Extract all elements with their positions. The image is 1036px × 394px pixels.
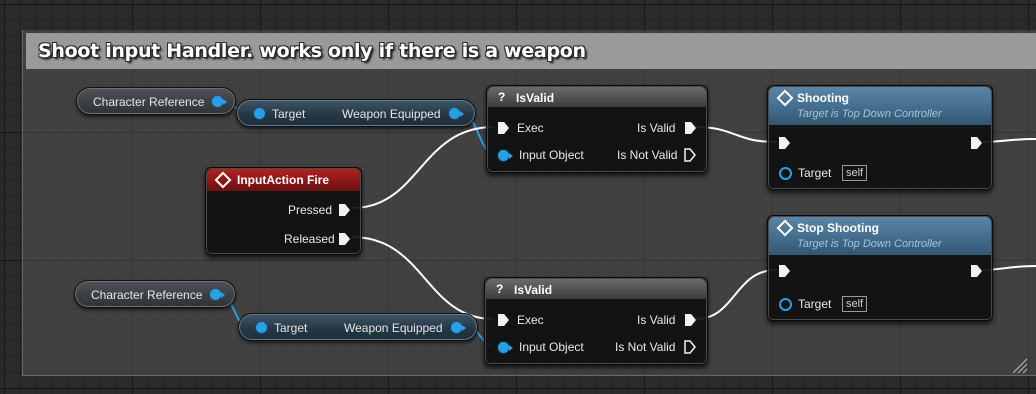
exec-wire[interactable] [695,269,777,320]
node-header: InputAction Fire [207,169,360,191]
weapon-equipped-label: Weapon Equipped [344,321,443,335]
isvalid-node[interactable]: ? IsValid Exec Is Valid Input Object Is … [484,277,708,365]
is-valid-exec-pin[interactable] [685,122,696,134]
function-diamond-icon [776,89,794,107]
pressed-label: Pressed [288,203,333,217]
target-label: Target [798,166,832,180]
weapon-equipped-output-pin[interactable] [451,322,466,333]
target-label: Target [272,107,306,121]
exec-wire[interactable] [351,126,495,209]
exec-output-pin[interactable] [971,137,982,149]
node-subtitle: Target is Top Down Controller [797,108,942,120]
exec-input-pin[interactable] [779,265,790,277]
is-not-valid-exec-pin[interactable] [684,148,696,162]
output-object-pin[interactable] [212,96,227,107]
character-reference-node[interactable]: Character Reference [76,87,236,115]
isvalid-node[interactable]: ? IsValid Exec Is Valid Input Object Is … [486,85,708,173]
output-object-pin[interactable] [210,289,225,300]
weapon-equipped-getter-node[interactable]: Target Weapon Equipped [238,313,478,341]
is-not-valid-exec-pin[interactable] [684,340,696,354]
is-valid-label: Is Valid [637,121,676,135]
input-object-label: Input Object [519,340,584,354]
pressed-exec-pin[interactable] [339,204,350,216]
is-valid-label: Is Valid [637,313,676,327]
weapon-equipped-output-pin[interactable] [449,108,464,119]
is-not-valid-label: Is Not Valid [617,148,678,162]
question-mark-icon: ? [498,90,506,104]
node-subtitle: Target is Top Down Controller [797,238,942,250]
input-object-pin[interactable] [498,342,513,353]
comment-resize-grip-icon[interactable] [1010,356,1028,374]
self-value-box[interactable]: self [842,165,868,181]
is-not-valid-label: Is Not Valid [615,340,676,354]
input-object-pin[interactable] [498,150,513,161]
target-input-pin[interactable] [254,108,265,119]
character-reference-label: Character Reference [91,288,203,302]
exec-wire[interactable] [695,126,777,143]
input-object-label: Input Object [519,148,584,162]
node-title: Stop Shooting [797,221,879,235]
exec-input-pin[interactable] [498,314,509,326]
input-action-fire-node[interactable]: InputAction Fire Pressed Released [205,167,362,255]
node-title: InputAction Fire [237,173,329,187]
target-input-pin[interactable] [779,298,792,311]
self-value-box[interactable]: self [842,296,868,312]
shooting-function-node[interactable]: Shooting Target is Top Down Controller T… [767,85,993,190]
is-valid-exec-pin[interactable] [685,314,696,326]
function-diamond-icon [776,219,794,237]
weapon-equipped-getter-node[interactable]: Target Weapon Equipped [236,99,476,127]
node-title: Shooting [797,91,849,105]
exec-input-pin[interactable] [498,122,509,134]
released-exec-pin[interactable] [339,233,350,245]
event-diamond-icon [214,171,232,189]
target-label: Target [798,297,832,311]
question-mark-icon: ? [496,282,504,296]
stop-shooting-function-node[interactable]: Stop Shooting Target is Top Down Control… [767,215,993,321]
node-header: Stop Shooting Target is Top Down Control… [769,217,991,255]
exec-wire[interactable] [351,236,495,320]
exec-output-pin[interactable] [971,265,982,277]
character-reference-label: Character Reference [93,95,205,109]
node-title: IsValid [516,91,555,105]
target-input-pin[interactable] [256,322,267,333]
node-header: ? IsValid [488,87,706,107]
exec-input-pin[interactable] [779,137,790,149]
node-header: ? IsValid [486,279,706,299]
node-title: IsValid [514,283,553,297]
exec-label: Exec [517,313,544,327]
target-input-pin[interactable] [779,167,792,180]
released-label: Released [284,232,335,246]
character-reference-node[interactable]: Character Reference [74,280,236,308]
exec-label: Exec [517,121,544,135]
target-label: Target [274,321,308,335]
weapon-equipped-label: Weapon Equipped [342,107,441,121]
node-header: Shooting Target is Top Down Controller [769,87,991,125]
